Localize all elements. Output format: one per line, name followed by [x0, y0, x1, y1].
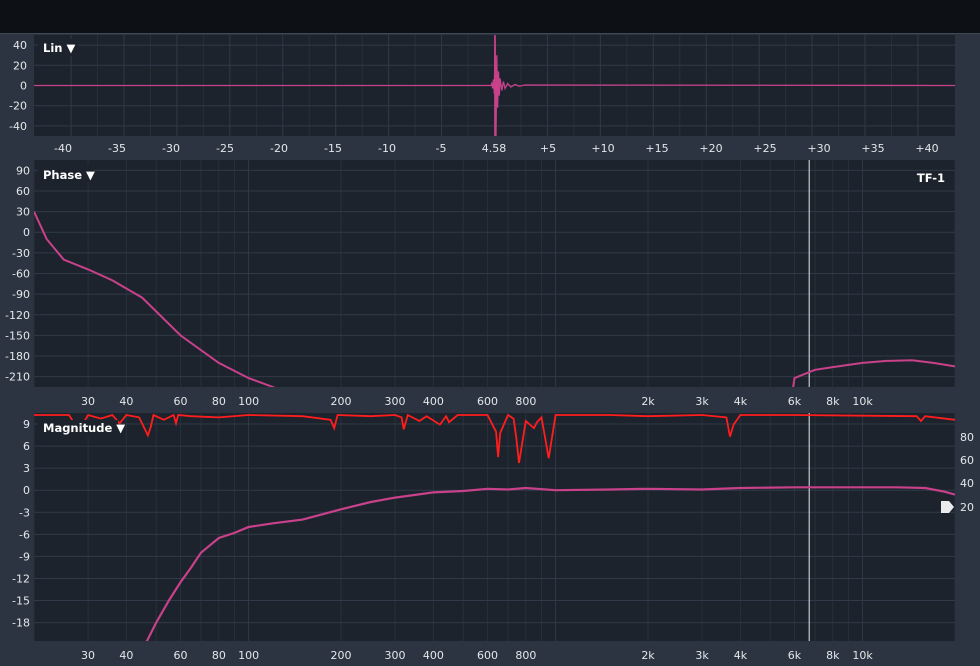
phase-x-tick: 800 — [515, 395, 536, 408]
impulse-x-tick: +15 — [645, 142, 668, 155]
impulse-x-tick: +10 — [591, 142, 614, 155]
magnitude-x-tick: 800 — [515, 649, 536, 662]
magnitude-y-tick: -18 — [12, 617, 30, 630]
phase-y-tick: 60 — [16, 185, 30, 198]
magnitude-x-tick: 2k — [641, 649, 655, 662]
magnitude-plot-area — [34, 413, 955, 641]
impulse-x-tick: 4.58 — [482, 142, 507, 155]
magnitude-x-tick: 40 — [119, 649, 133, 662]
impulse-x-tick: -10 — [378, 142, 396, 155]
magnitude-y-tick: -9 — [19, 550, 30, 563]
impulse-x-tick: +25 — [753, 142, 776, 155]
impulse-x-tick: -25 — [216, 142, 234, 155]
transfer-function-tag: TF-1 — [917, 171, 945, 185]
impulse-y-tick: 40 — [13, 39, 27, 52]
impulse-x-tick: +5 — [540, 142, 556, 155]
coherence-y-tick: 80 — [960, 431, 974, 444]
magnitude-mode-dropdown[interactable]: Magnitude ▼ — [43, 421, 125, 435]
phase-x-tick: 300 — [385, 395, 406, 408]
impulse-plot: 40 20 0 -20 -40 -40 -35 -30 -25 -20 -15 -10 -5 4.58 +5… — [0, 35, 980, 159]
phase-y-tick: 90 — [16, 164, 30, 177]
impulse-y-tick: -40 — [9, 120, 27, 133]
phase-y-tick: -90 — [12, 288, 30, 301]
magnitude-x-tick: 600 — [477, 649, 498, 662]
magnitude-x-tick: 4k — [734, 649, 748, 662]
magnitude-y-tick: 6 — [23, 440, 30, 453]
phase-x-tick: 200 — [331, 395, 352, 408]
phase-x-tick: 30 — [81, 395, 95, 408]
phase-x-tick: 100 — [238, 395, 259, 408]
magnitude-y-tick: 9 — [23, 418, 30, 431]
magnitude-x-tick: 3k — [695, 649, 709, 662]
phase-y-tick: -210 — [5, 371, 30, 384]
impulse-y-tick: -20 — [9, 100, 27, 113]
phase-y-tick: -180 — [5, 350, 30, 363]
phase-x-tick: 2k — [641, 395, 655, 408]
impulse-x-tick: -35 — [108, 142, 126, 155]
phase-x-tick: 6k — [788, 395, 802, 408]
magnitude-y-tick: 0 — [23, 484, 30, 497]
phase-x-tick: 4k — [734, 395, 748, 408]
magnitude-x-tick: 80 — [212, 649, 226, 662]
impulse-mode-dropdown[interactable]: Lin ▼ — [43, 41, 75, 55]
phase-x-tick: 10k — [852, 395, 873, 408]
phase-mode-dropdown[interactable]: Phase ▼ — [43, 168, 95, 182]
impulse-y-tick: 20 — [13, 59, 27, 72]
magnitude-x-tick: 300 — [385, 649, 406, 662]
magnitude-x-tick: 60 — [173, 649, 187, 662]
phase-y-tick: 0 — [23, 226, 30, 239]
impulse-x-tick: -40 — [54, 142, 72, 155]
phase-x-tick: 3k — [695, 395, 709, 408]
phase-x-tick: 40 — [119, 395, 133, 408]
impulse-x-tick: -15 — [324, 142, 342, 155]
phase-y-tick: -60 — [12, 268, 30, 281]
phase-x-tick: 8k — [826, 395, 840, 408]
impulse-x-tick: +35 — [861, 142, 884, 155]
magnitude-plot: 9630-3-6-9-12-15-1880604020Magnitude ▼30… — [0, 413, 980, 666]
magnitude-y-tick: 3 — [23, 462, 30, 475]
phase-y-tick: -30 — [12, 247, 30, 260]
phase-y-tick: 30 — [16, 206, 30, 219]
analyzer-plots: 40200-20-40-40 -35 -30 -25 -20 -15 -10 -5 4.58 +5… — [0, 35, 980, 666]
transfer-function-analyzer: 40 20 0 -20 -40 -40 -35 -30 -25 -20 -15 -10 -5 4.58 +5… — [0, 0, 980, 666]
impulse-x-tick: +40 — [915, 142, 938, 155]
magnitude-x-tick: 10k — [852, 649, 873, 662]
phase-y-tick: -120 — [5, 309, 30, 322]
phase-y-tick: -150 — [5, 329, 30, 342]
impulse-x-tick: -30 — [162, 142, 180, 155]
magnitude-x-tick: 200 — [331, 649, 352, 662]
impulse-x-tick: -20 — [270, 142, 288, 155]
magnitude-x-tick: 100 — [238, 649, 259, 662]
coherence-y-tick: 40 — [960, 477, 974, 490]
coherence-y-tick: 60 — [960, 454, 974, 467]
magnitude-y-tick: -6 — [19, 528, 30, 541]
magnitude-x-tick: 6k — [788, 649, 802, 662]
impulse-x-tick: +20 — [699, 142, 722, 155]
phase-x-tick: 80 — [212, 395, 226, 408]
magnitude-y-tick: -15 — [12, 595, 30, 608]
phase-x-tick: 600 — [477, 395, 498, 408]
impulse-y-tick: 0 — [20, 80, 27, 93]
magnitude-x-tick: 400 — [423, 649, 444, 662]
magnitude-x-tick: 30 — [81, 649, 95, 662]
phase-x-tick: 400 — [423, 395, 444, 408]
impulse-x-tick: -5 — [436, 142, 447, 155]
magnitude-y-tick: -3 — [19, 506, 30, 519]
coherence-y-tick: 20 — [960, 501, 974, 514]
magnitude-x-tick: 8k — [826, 649, 840, 662]
impulse-x-tick: +30 — [807, 142, 830, 155]
magnitude-y-tick: -12 — [12, 572, 30, 585]
phase-x-tick: 60 — [173, 395, 187, 408]
